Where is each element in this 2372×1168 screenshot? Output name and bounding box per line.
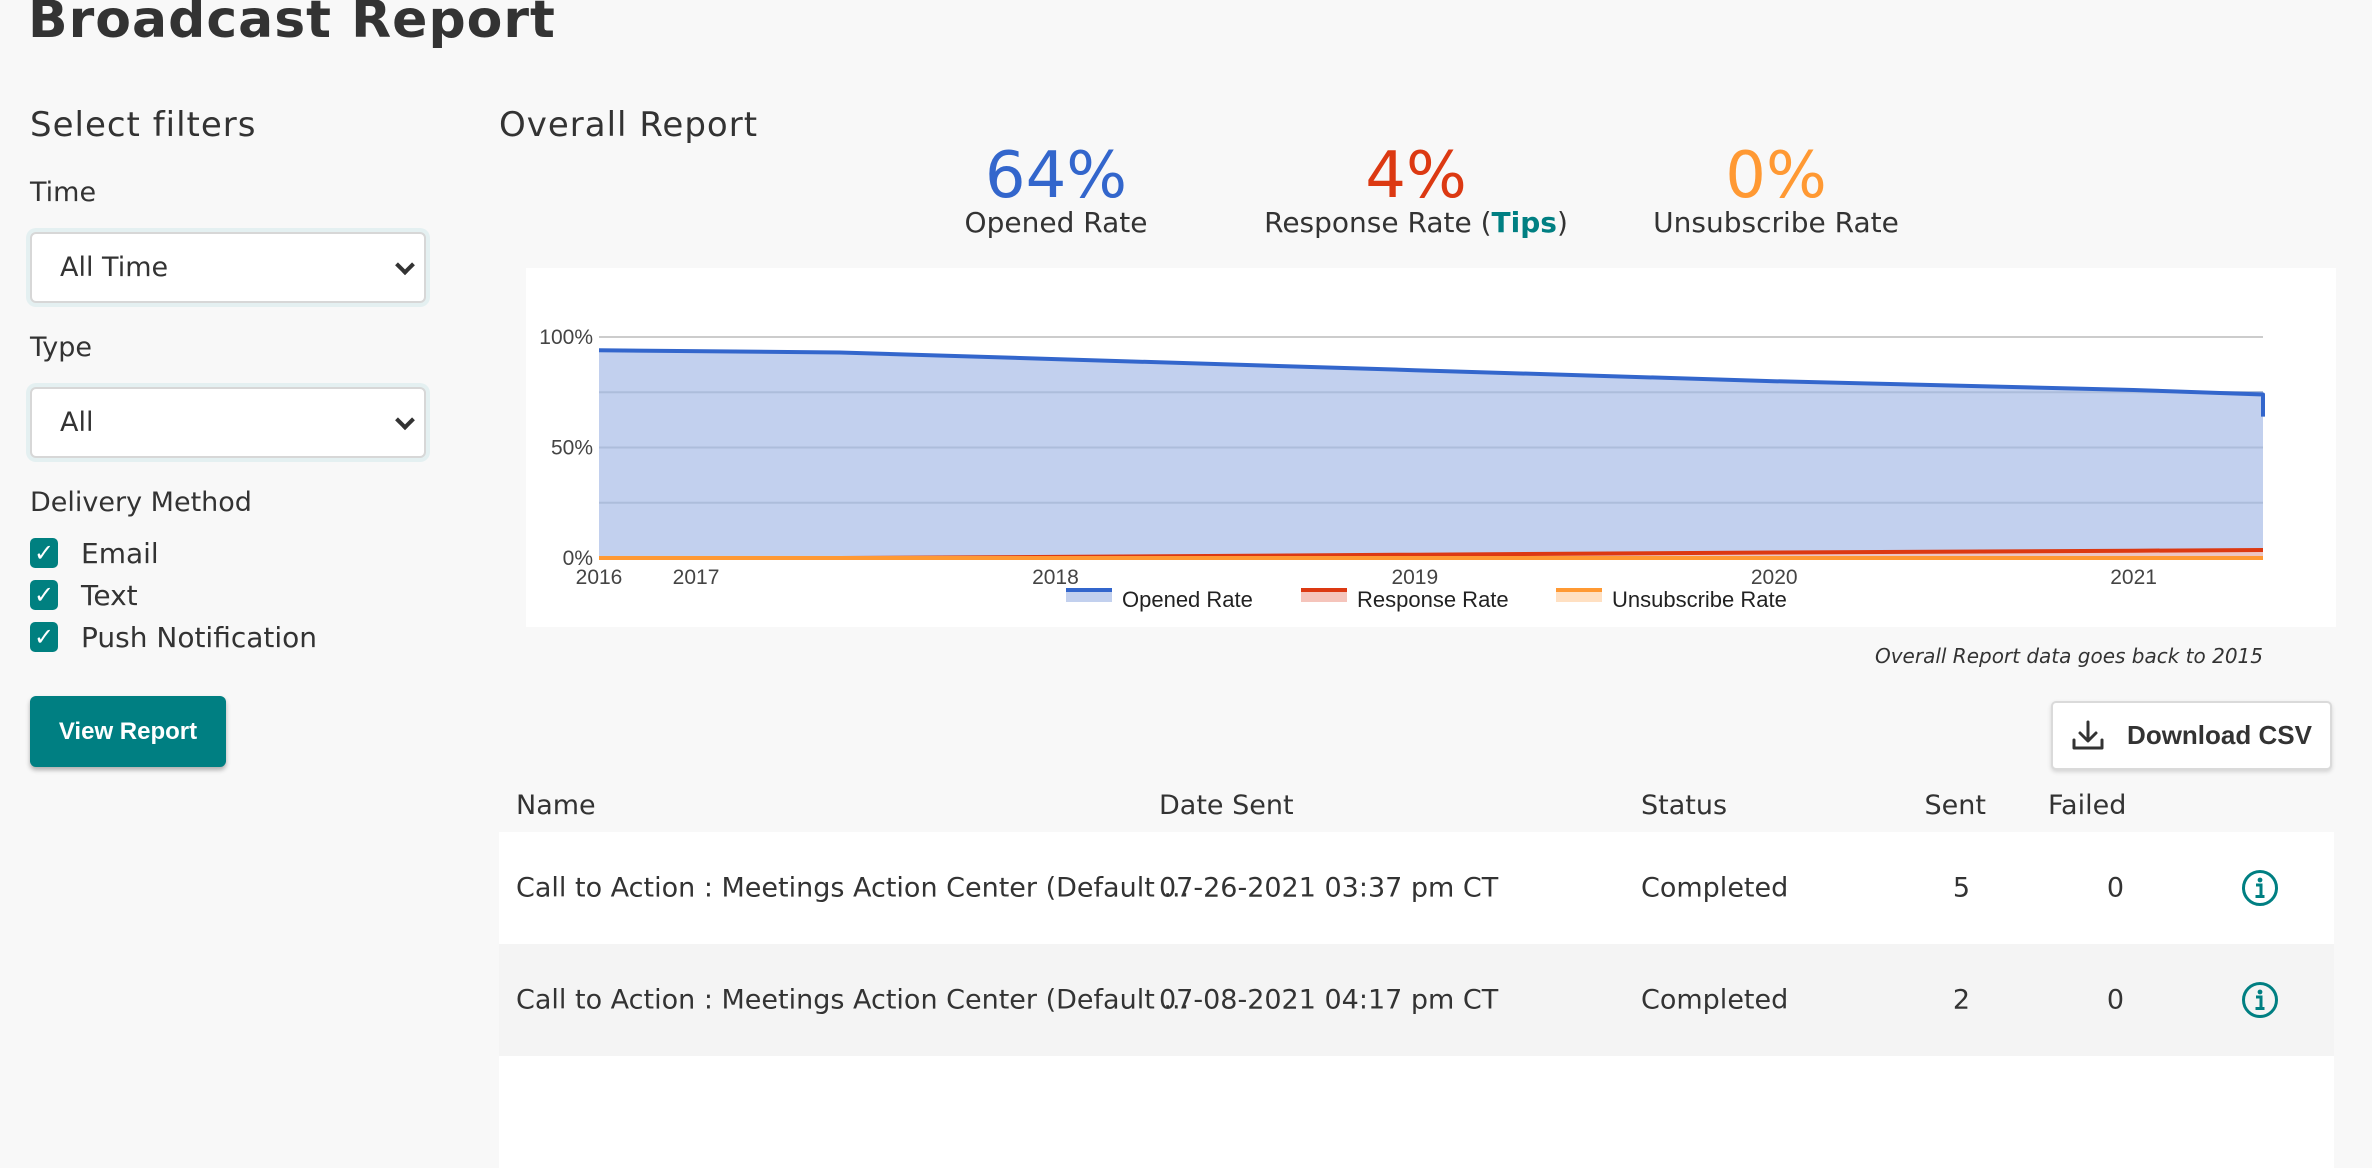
time-select[interactable]: All Time [30, 232, 426, 303]
legend-item: Opened Rate [1066, 587, 1253, 612]
type-select-value: All [60, 407, 94, 438]
stat-opened-rate: 64% Opened Rate [965, 144, 1148, 239]
cell-sent: 5 [1952, 872, 1970, 904]
column-header-sent[interactable]: Sent [1925, 790, 1986, 821]
checkmark-icon: ✓ [33, 539, 55, 567]
unsubscribe-rate-label: Unsubscribe Rate [1653, 206, 1899, 239]
checkmark-icon: ✓ [33, 623, 55, 651]
page-title: Broadcast Report [28, 0, 556, 50]
cell-name: Call to Action : Meetings Action Center … [516, 872, 1190, 904]
x-tick-label: 2018 [1032, 566, 1079, 589]
download-csv-label: Download CSV [2127, 720, 2312, 750]
time-select-wrapper: All Time [26, 228, 430, 307]
filters-heading: Select filters [30, 105, 257, 145]
column-header-status[interactable]: Status [1641, 790, 1727, 821]
y-tick-label: 100% [539, 326, 593, 349]
chart-svg: 0%50%100% 2016 2017 2018 2019 2020 2021 Opene… [539, 326, 2265, 612]
type-select[interactable]: All [30, 387, 426, 458]
info-icon[interactable] [2241, 869, 2279, 907]
cell-date-sent: 07-26-2021 03:37 pm CT [1159, 872, 1499, 904]
delivery-method-label: Delivery Method [30, 487, 252, 518]
table-header: Name Date Sent Status Sent Failed [499, 780, 2334, 832]
delivery-option-email[interactable]: ✓ Email [30, 537, 159, 570]
text-label[interactable]: Text [81, 579, 138, 612]
legend-label: Opened Rate [1122, 587, 1253, 612]
email-checkbox[interactable]: ✓ [30, 538, 58, 568]
chevron-down-icon [395, 409, 415, 430]
info-icon[interactable] [2241, 981, 2279, 1019]
tips-link[interactable]: Tips [1492, 206, 1557, 239]
opened-rate-value: 64% [984, 139, 1128, 213]
x-tick-label: 2019 [1391, 566, 1438, 589]
response-rate-label: Response Rate [1264, 206, 1472, 239]
response-rate-label-wrap: Response Rate (Tips) [1264, 206, 1568, 239]
legend-label: Response Rate [1357, 587, 1509, 612]
column-header-failed[interactable]: Failed [2048, 790, 2126, 821]
type-label: Type [30, 332, 93, 363]
view-report-button[interactable]: View Report [30, 696, 226, 767]
download-icon [2072, 720, 2104, 749]
cell-sent: 2 [1952, 984, 1970, 1016]
x-tick-label: 2017 [673, 566, 720, 589]
legend-item: Response Rate [1301, 587, 1509, 612]
overall-chart: 0% 50% 100% 2016 2017 2018 2019 2020 2021 Opene… [526, 268, 2336, 627]
chevron-down-icon [395, 254, 415, 275]
area-opened-rate [599, 350, 2263, 558]
overall-report-note: Overall Report data goes back to 2015 [1874, 644, 2263, 668]
download-csv-button[interactable]: Download CSV [2051, 701, 2332, 770]
time-label: Time [30, 177, 97, 208]
cell-status: Completed [1641, 984, 1789, 1016]
x-tick-label: 2021 [2110, 566, 2157, 589]
checkmark-icon: ✓ [33, 581, 55, 609]
stat-unsubscribe-rate: 0% Unsubscribe Rate [1653, 144, 1899, 239]
time-select-value: All Time [60, 252, 169, 283]
legend-swatch-line [1066, 588, 1112, 592]
cell-status: Completed [1641, 872, 1789, 904]
table-row[interactable]: Call to Action : Meetings Action Center … [499, 944, 2334, 1056]
unsubscribe-rate-value: 0% [1725, 139, 1827, 213]
legend-swatch-line [1556, 588, 1602, 592]
legend-item: Unsubscribe Rate [1556, 587, 1787, 612]
legend-label: Unsubscribe Rate [1612, 587, 1787, 612]
cell-failed: 0 [2106, 872, 2124, 904]
legend-swatch-line [1301, 588, 1347, 592]
email-label[interactable]: Email [81, 537, 159, 570]
delivery-option-push[interactable]: ✓ Push Notification [30, 621, 317, 654]
type-select-wrapper: All [26, 383, 430, 462]
column-header-date-sent[interactable]: Date Sent [1159, 790, 1294, 821]
delivery-option-text[interactable]: ✓ Text [30, 579, 138, 612]
broadcast-table: Name Date Sent Status Sent Failed Call t… [499, 780, 2334, 1168]
x-tick-label: 2016 [576, 566, 623, 589]
table-row[interactable]: Call to Action : Meetings Action Center … [499, 832, 2334, 944]
x-tick-label: 2020 [1751, 566, 1798, 589]
text-checkbox[interactable]: ✓ [30, 580, 58, 610]
opened-rate-label: Opened Rate [964, 206, 1148, 239]
stat-response-rate: 4% Response Rate (Tips) [1264, 144, 1568, 239]
cell-date-sent: 07-08-2021 04:17 pm CT [1159, 984, 1499, 1016]
push-notification-label[interactable]: Push Notification [81, 621, 317, 654]
overall-report-heading: Overall Report [499, 105, 759, 145]
push-notification-checkbox[interactable]: ✓ [30, 622, 58, 652]
y-tick-label: 50% [551, 437, 593, 460]
table-row-partial[interactable] [499, 1056, 2334, 1168]
table-body: Call to Action : Meetings Action Center … [499, 832, 2334, 1168]
column-header-name[interactable]: Name [516, 790, 596, 821]
cell-name: Call to Action : Meetings Action Center … [516, 984, 1190, 1016]
cell-failed: 0 [2106, 984, 2124, 1016]
response-rate-value: 4% [1365, 139, 1467, 213]
